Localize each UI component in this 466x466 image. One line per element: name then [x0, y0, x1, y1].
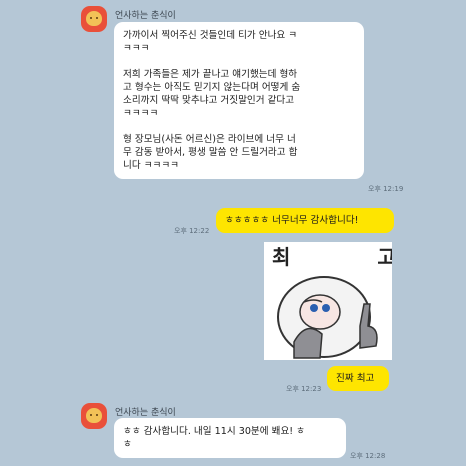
chunsik-icon — [86, 11, 102, 26]
message-bubble-2[interactable]: ㅎㅎ 감사합니다. 내일 11시 30분에 봬요! ㅎ ㅎ — [114, 418, 346, 458]
message-paragraph: 가까이서 찍어주신 것들인데 티가 안나요 ㅋ ㅋㅋㅋ — [123, 30, 298, 54]
sender-avatar[interactable] — [81, 6, 107, 32]
monkey-sticker-icon[interactable]: 최 고 — [264, 242, 396, 360]
message-paragraph: 저희 가족들은 제가 끝나고 얘기했는데 형하 고 형수는 아직도 믿기지 않는… — [123, 69, 301, 119]
message-time: 오후 12:23 — [286, 385, 322, 393]
sender-name: 언사하는 춘식이 — [115, 11, 176, 21]
message-paragraph: ㅎㅎ 감사합니다. 내일 11시 30분에 봬요! ㅎ ㅎ — [123, 426, 306, 450]
sticker-caption: 최 고 — [272, 245, 392, 269]
my-message-bubble[interactable]: ㅎㅎㅎㅎㅎ 너무너무 감사합니다! — [216, 208, 394, 233]
message-time: 오후 12:28 — [350, 452, 386, 460]
message-time: 오후 12:22 — [174, 227, 210, 235]
sender-avatar[interactable] — [81, 403, 107, 429]
chunsik-icon — [86, 408, 102, 423]
sender-name: 언사하는 춘식이 — [115, 408, 176, 418]
my-message-bubble[interactable]: 진짜 최고 — [327, 366, 389, 391]
sticker-graphic: 최 고 — [264, 242, 396, 360]
message-paragraph: 형 장모님(사돈 어르신)은 라이브에 너무 너 무 감동 받아서, 평생 말씀… — [123, 134, 298, 171]
message-time: 오후 12:19 — [368, 185, 404, 193]
message-bubble-1[interactable]: 가까이서 찍어주신 것들인데 티가 안나요 ㅋ ㅋㅋㅋ 저희 가족들은 제가 끝… — [114, 22, 364, 179]
